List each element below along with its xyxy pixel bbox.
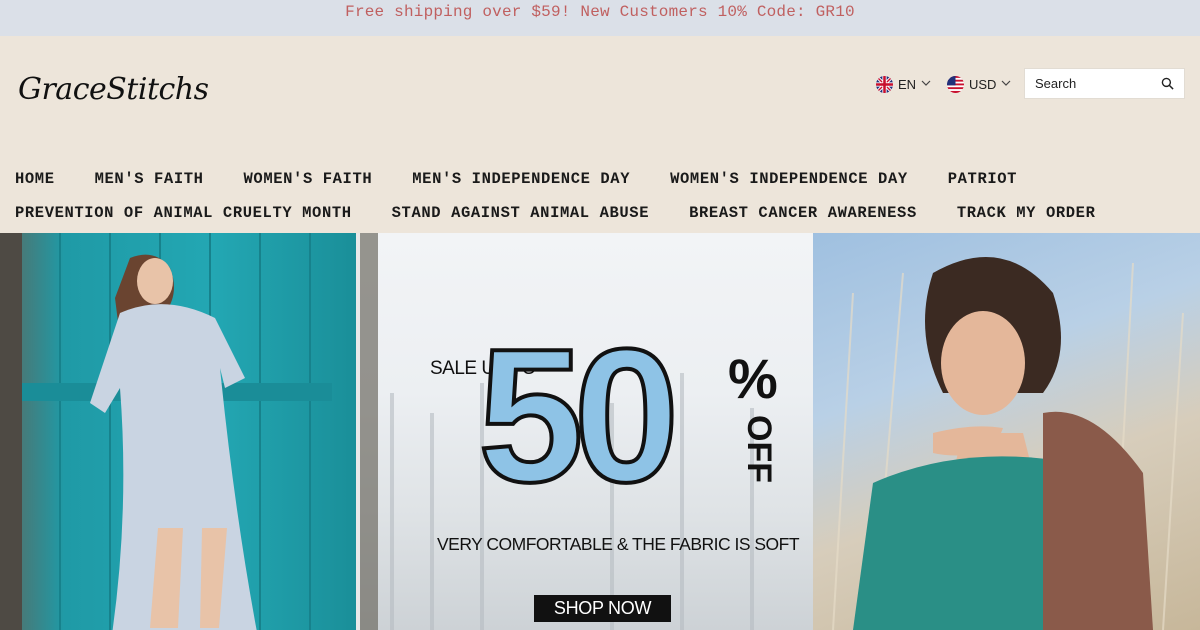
sale-percent: % [728, 347, 778, 410]
announcement-bar: Free shipping over $59! New Customers 10… [0, 0, 1200, 36]
nav-item-breast-cancer-awareness[interactable]: BREAST CANCER AWARENESS [689, 204, 917, 222]
main-navigation: HOME MEN'S FAITH WOMEN'S FAITH MEN'S IND… [15, 162, 1195, 230]
search-box [1024, 68, 1185, 99]
hero-tagline: VERY COMFORTABLE & THE FABRIC IS SOFT [437, 534, 800, 554]
nav-row-2: PREVENTION OF ANIMAL CRUELTY MONTH STAND… [15, 196, 1195, 230]
chevron-down-icon [1001, 79, 1011, 90]
currency-label: USD [969, 76, 997, 92]
nav-item-prevention-animal-cruelty[interactable]: PREVENTION OF ANIMAL CRUELTY MONTH [15, 204, 352, 222]
announcement-text: Free shipping over $59! New Customers 10… [345, 3, 855, 21]
shop-now-button[interactable]: SHOP NOW [534, 595, 671, 622]
sale-suffix: OFF [740, 415, 778, 483]
nav-item-track-my-order[interactable]: TRACK MY ORDER [957, 204, 1096, 222]
nav-item-womens-independence-day[interactable]: WOMEN'S INDEPENDENCE DAY [670, 170, 908, 188]
nav-item-patriot[interactable]: PATRIOT [948, 170, 1017, 188]
uk-flag-icon [876, 75, 893, 93]
us-flag-icon [947, 75, 964, 93]
logo[interactable]: GraceStitchs [18, 72, 209, 107]
language-selector[interactable]: EN [876, 75, 931, 93]
search-input[interactable] [1025, 76, 1155, 91]
chevron-down-icon [921, 79, 931, 90]
language-label: EN [898, 76, 917, 92]
nav-item-mens-faith[interactable]: MEN'S FAITH [95, 170, 204, 188]
sale-value: 50 [476, 310, 681, 522]
nav-item-mens-independence-day[interactable]: MEN'S INDEPENDENCE DAY [412, 170, 630, 188]
currency-selector[interactable]: USD [947, 75, 1011, 93]
hero-image-left [0, 233, 356, 630]
nav-item-home[interactable]: HOME [15, 170, 55, 188]
hero-banner[interactable]: SALE UP TO 50 % OFF VERY COMFORTABLE & T… [0, 233, 1200, 630]
search-icon[interactable] [1155, 72, 1179, 96]
nav-item-stand-against-animal-abuse[interactable]: STAND AGAINST ANIMAL ABUSE [392, 204, 649, 222]
nav-item-womens-faith[interactable]: WOMEN'S FAITH [244, 170, 373, 188]
nav-row-1: HOME MEN'S FAITH WOMEN'S FAITH MEN'S IND… [15, 162, 1195, 196]
site-header: GraceStitchs EN USD Search HOME MEN'S FA… [0, 36, 1200, 233]
hero-image-right [813, 233, 1200, 630]
